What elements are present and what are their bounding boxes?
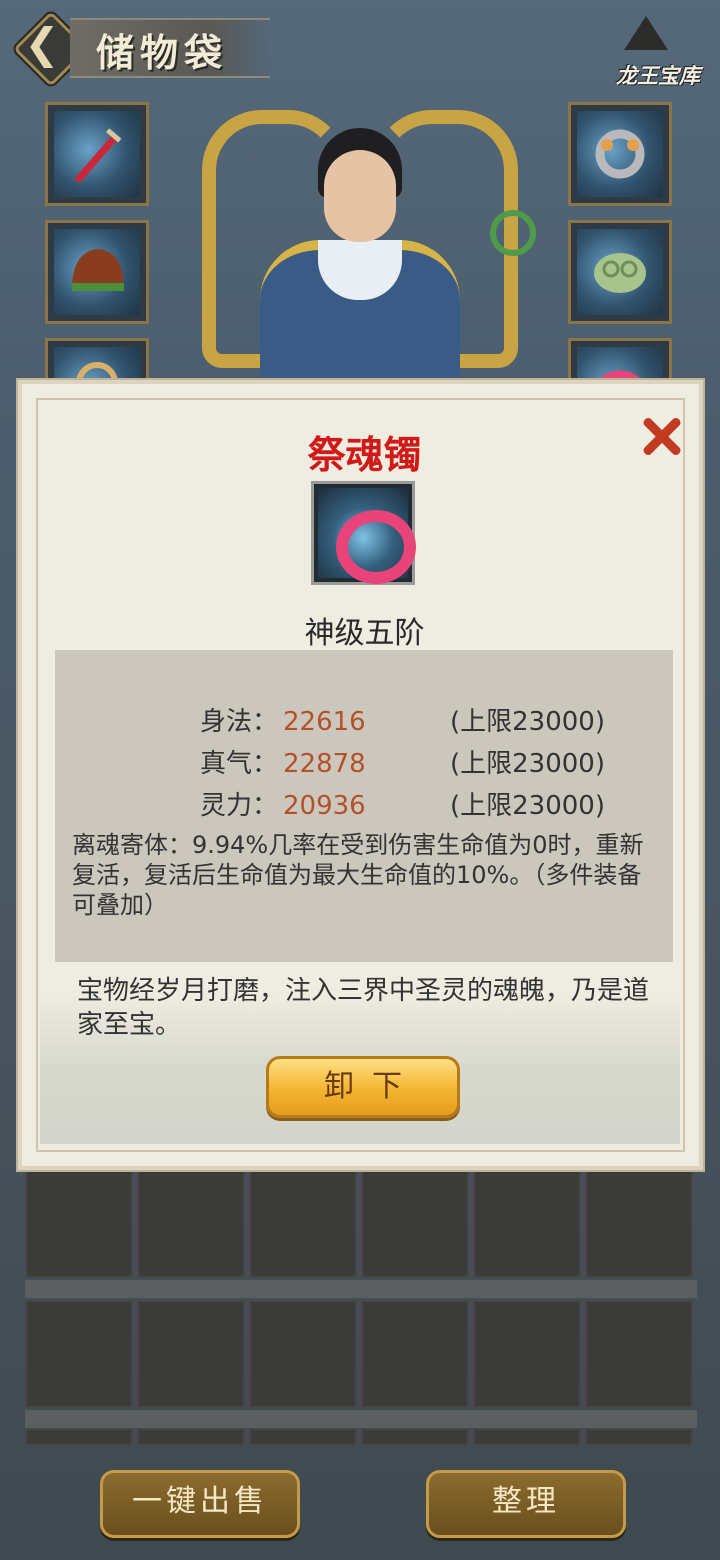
helmet-icon	[72, 249, 124, 291]
item-description: 宝物经岁月打磨，注入三界中圣灵的魂魄，乃是道家至宝。	[77, 976, 650, 1040]
attribute-label: 真气：	[200, 749, 279, 779]
jade-ornament-icon	[490, 210, 536, 256]
attribute-row: 真气： 22878 (上限23000)	[55, 744, 673, 784]
grid-divider	[25, 1410, 697, 1428]
chevron-left-icon[interactable]: ❮	[22, 20, 62, 68]
item-name: 祭魂镯	[307, 433, 422, 477]
ring-icon	[595, 129, 645, 179]
sort-button[interactable]: 整理	[426, 1470, 626, 1538]
character-face	[324, 150, 396, 242]
attribute-limit: (上限23000)	[450, 791, 605, 821]
inventory-cell[interactable]	[137, 1170, 245, 1278]
attribute-panel: 身法： 22616 (上限23000) 真气： 22878 (上限23000) …	[55, 650, 673, 962]
inventory-grid	[25, 1170, 697, 1446]
inventory-cell[interactable]	[25, 1300, 133, 1408]
top-bar: ❮ 储物袋 龙王宝库	[0, 0, 720, 95]
inventory-cell[interactable]	[585, 1170, 693, 1278]
bracelet-icon	[318, 488, 416, 584]
inventory-cell[interactable]	[25, 1170, 133, 1278]
character-portrait	[190, 90, 536, 395]
attribute-label: 身法：	[200, 707, 279, 737]
equip-slot-weapon[interactable]	[45, 102, 149, 206]
attribute-row: 身法： 22616 (上限23000)	[55, 702, 673, 742]
mountain-icon	[624, 16, 668, 50]
inventory-cell[interactable]	[361, 1428, 469, 1446]
inventory-cell[interactable]	[137, 1300, 245, 1408]
grid-divider	[25, 1280, 697, 1298]
special-effect-text: 离魂寄体：9.94%几率在受到伤害生命值为0时，重新复活，复活后生命值为最大生命…	[72, 831, 644, 919]
inventory-cell[interactable]	[361, 1170, 469, 1278]
unequip-button[interactable]: 卸下	[266, 1056, 460, 1118]
attribute-value: 22616	[283, 707, 366, 737]
attribute-limit: (上限23000)	[450, 749, 605, 779]
inventory-cell[interactable]	[25, 1428, 133, 1446]
attribute-value: 22878	[283, 749, 366, 779]
inventory-cell[interactable]	[585, 1428, 693, 1446]
equip-slot-armor[interactable]	[568, 220, 672, 324]
inventory-cell[interactable]	[361, 1300, 469, 1408]
inventory-cell[interactable]	[249, 1170, 357, 1278]
page-title: 储物袋	[96, 30, 229, 75]
ring-shape	[336, 510, 416, 584]
item-detail-dialog: 祭魂镯 神级五阶 身法： 22616 (上限23000) 真气： 22878 (…	[18, 380, 703, 1170]
sword-icon	[74, 128, 122, 183]
inventory-cell[interactable]	[585, 1300, 693, 1408]
equip-slot-ring[interactable]	[568, 102, 672, 206]
attribute-label: 灵力：	[200, 791, 279, 821]
equip-slot-helmet[interactable]	[45, 220, 149, 324]
attribute-value: 20936	[283, 791, 366, 821]
attribute-row: 灵力： 20936 (上限23000)	[55, 786, 673, 826]
inventory-cell[interactable]	[473, 1428, 581, 1446]
inventory-cell[interactable]	[249, 1428, 357, 1446]
jade-armor-icon	[594, 253, 646, 293]
item-grade: 神级五阶	[304, 616, 425, 651]
vault-label: 龙王宝库	[616, 63, 700, 88]
attribute-limit: (上限23000)	[450, 707, 605, 737]
inventory-cell[interactable]	[249, 1300, 357, 1408]
inventory-cell[interactable]	[137, 1428, 245, 1446]
inventory-cell[interactable]	[473, 1300, 581, 1408]
item-icon-frame	[311, 481, 416, 585]
dragon-king-vault-button[interactable]: 龙王宝库	[606, 16, 706, 92]
sell-all-button[interactable]: 一键出售	[100, 1470, 300, 1538]
inventory-cell[interactable]	[473, 1170, 581, 1278]
